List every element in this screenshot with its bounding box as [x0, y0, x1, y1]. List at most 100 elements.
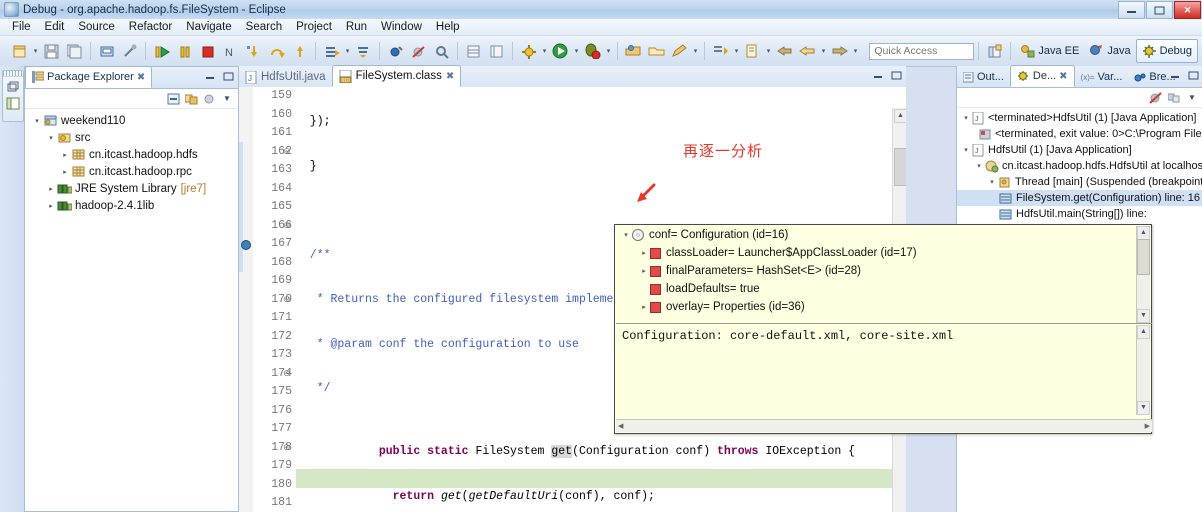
package-explorer-icon[interactable] [5, 96, 21, 111]
popup-tree-scroll-thumb[interactable] [1137, 239, 1150, 275]
menu-item-source[interactable]: Source [71, 21, 121, 33]
scroll-down-icon[interactable]: ▼ [1137, 309, 1150, 323]
focus-task-icon[interactable] [202, 92, 216, 105]
build-dropdown-icon[interactable]: ▾ [540, 41, 549, 62]
next-annotation-dropdown-icon[interactable]: ▾ [732, 41, 741, 62]
open-task-button[interactable] [646, 41, 667, 62]
run-dropdown-icon[interactable]: ▾ [572, 41, 581, 62]
run-button[interactable] [550, 41, 571, 62]
link-with-editor-icon[interactable] [184, 92, 198, 105]
step-filter-button[interactable] [353, 41, 374, 62]
menu-item-run[interactable]: Run [339, 21, 374, 33]
resume-button[interactable] [151, 41, 172, 62]
debug-bug-button[interactable] [582, 41, 603, 62]
search-pencil-button[interactable] [669, 41, 690, 62]
menu-item-search[interactable]: Search [239, 21, 289, 33]
step-return-button[interactable] [289, 41, 310, 62]
minimize-icon[interactable] [872, 69, 885, 81]
fold-marker-icon[interactable]: ⊖ [283, 291, 293, 310]
expand-arrow-icon[interactable]: ▾ [960, 114, 972, 122]
perspective-java-ee[interactable]: Java EE [1015, 40, 1084, 62]
tree-item-jre-system-library[interactable]: ▸ JRE System Library [jre7] [27, 180, 238, 197]
maximize-icon[interactable] [890, 69, 903, 81]
popup-detail-vertical-scrollbar[interactable]: ▲ ▼ [1136, 325, 1150, 415]
open-type-button[interactable] [431, 41, 452, 62]
menu-item-refactor[interactable]: Refactor [122, 21, 179, 33]
back-history-button[interactable] [797, 41, 818, 62]
collapse-arrow-icon[interactable]: ▸ [638, 249, 650, 257]
build-button[interactable] [518, 41, 539, 62]
suspend-button[interactable] [174, 41, 195, 62]
menu-item-navigate[interactable]: Navigate [179, 21, 238, 33]
popup-row-conf[interactable]: ▾ ○ conf= Configuration (id=16) [616, 226, 1138, 244]
pin-button[interactable] [119, 41, 140, 62]
perspective-debug[interactable]: Debug [1135, 39, 1198, 63]
debug-row-terminated-hdfsutil[interactable]: ▾ J <terminated>HdfsUtil (1) [Java Appli… [957, 110, 1202, 126]
scroll-right-icon[interactable]: ▶ [1145, 422, 1150, 430]
tree-item-hadoop-lib[interactable]: ▸ hadoop-2.4.1lib [27, 197, 238, 214]
tree-item-cn-itcast-hadoop-rpc[interactable]: ▸ cn.itcast.hadoop.rpc [27, 163, 238, 180]
collapse-arrow-icon[interactable]: ▸ [638, 303, 650, 311]
new-wizard-button[interactable] [9, 41, 30, 62]
popup-row-overlay[interactable]: ▸ overlay= Properties (id=36) [616, 298, 1138, 316]
variable-detail-popup[interactable]: ▾ ○ conf= Configuration (id=16) ▸ classL… [614, 224, 1152, 434]
scroll-left-icon[interactable]: ◀ [618, 422, 623, 430]
tab-package-explorer[interactable]: Package Explorer ✖ [25, 66, 153, 88]
menu-item-file[interactable]: File [5, 21, 38, 33]
breakpoint-icon[interactable] [240, 239, 252, 251]
tab-debug[interactable]: De... ✖ [1009, 65, 1075, 87]
close-button[interactable]: ✕ [1174, 1, 1201, 19]
restore-icon[interactable] [5, 79, 21, 94]
fold-markers[interactable]: ⊖ ⊖ ⊖ ⊖ ⊖ ⊖ [283, 87, 293, 512]
scroll-up-icon[interactable]: ▲ [1137, 325, 1150, 339]
fold-marker-icon[interactable]: ⊖ [283, 439, 293, 458]
menu-item-edit[interactable]: Edit [38, 21, 72, 33]
popup-row-classloader[interactable]: ▸ classLoader= Launcher$AppClassLoader (… [616, 244, 1138, 262]
close-icon[interactable]: ✖ [446, 71, 454, 82]
tree-item-weekend110[interactable]: ▾ weekend110 [27, 112, 238, 129]
new-wizard-dropdown-icon[interactable]: ▾ [31, 41, 40, 62]
external-tools-button[interactable] [623, 41, 644, 62]
collapse-arrow-icon[interactable]: ▸ [59, 151, 71, 159]
tab-outline[interactable]: Out... [957, 67, 1010, 87]
menu-item-window[interactable]: Window [374, 21, 429, 33]
save-all-button[interactable] [64, 41, 85, 62]
skip-breakpoints-button[interactable] [408, 41, 429, 62]
new-class-button[interactable] [486, 41, 507, 62]
next-annotation-button[interactable] [710, 41, 731, 62]
disconnect-button[interactable]: N [220, 41, 241, 62]
expand-arrow-icon[interactable]: ▾ [960, 146, 972, 154]
forward-dropdown-icon[interactable]: ▾ [851, 41, 860, 62]
popup-divider[interactable] [616, 323, 1152, 324]
collapse-arrow-icon[interactable]: ▸ [45, 202, 57, 210]
maximize-icon[interactable] [222, 70, 235, 82]
quick-access-input[interactable]: Quick Access [869, 42, 975, 60]
maximize-icon[interactable] [1187, 69, 1200, 81]
step-into-button[interactable] [243, 41, 264, 62]
expand-arrow-icon[interactable]: ▾ [620, 231, 632, 239]
tree-item-src[interactable]: ▾ src [27, 129, 238, 146]
collapse-arrow-icon[interactable]: ▸ [45, 185, 57, 193]
popup-row-finalparameters[interactable]: ▸ finalParameters= HashSet<E> (id=28) [616, 262, 1138, 280]
previous-edit-dropdown-icon[interactable]: ▾ [764, 41, 773, 62]
debug-row-stackframe-filesystem-get[interactable]: FileSystem.get(Configuration) line: 16 [957, 190, 1202, 206]
debug-dropdown-icon[interactable]: ▾ [604, 41, 613, 62]
close-icon[interactable]: ✖ [1059, 71, 1067, 82]
skip-breakpoints-icon[interactable] [1149, 91, 1163, 104]
view-menu-icon[interactable] [1167, 91, 1181, 104]
minimize-icon[interactable] [204, 70, 217, 82]
terminate-stop-button[interactable] [197, 41, 218, 62]
chevron-down-icon[interactable]: ▼ [220, 92, 234, 105]
scroll-up-icon[interactable]: ▲ [894, 109, 906, 123]
step-over-button[interactable] [266, 41, 287, 62]
drop-to-frame-button[interactable] [321, 41, 342, 62]
maximize-button[interactable] [1146, 1, 1173, 19]
previous-edit-button[interactable] [742, 41, 763, 62]
forward-arrow-button[interactable] [829, 41, 850, 62]
scroll-down-icon[interactable]: ▼ [1137, 401, 1150, 415]
menu-item-help[interactable]: Help [429, 21, 467, 33]
debug-row-debug-target[interactable]: ▾ cn.itcast.hadoop.hdfs.HdfsUtil at loca… [957, 158, 1202, 174]
tab-variables[interactable]: (x)= Var... [1075, 67, 1129, 87]
collapse-arrow-icon[interactable]: ▸ [638, 267, 650, 275]
expand-arrow-icon[interactable]: ▾ [31, 117, 43, 125]
